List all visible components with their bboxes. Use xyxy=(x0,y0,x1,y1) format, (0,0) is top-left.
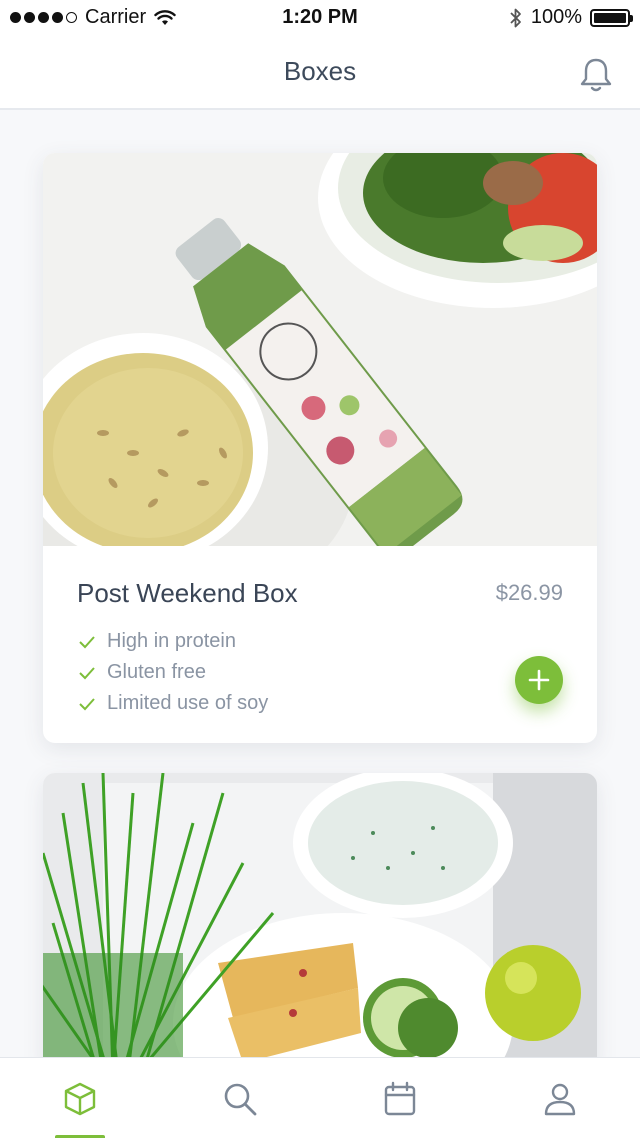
feature-label: High in protein xyxy=(107,630,236,652)
nav-header: Boxes xyxy=(0,36,640,110)
feature-item: High in protein xyxy=(77,626,268,657)
battery-icon xyxy=(590,8,633,27)
feature-label: Limited use of soy xyxy=(107,692,269,714)
search-icon xyxy=(224,1083,257,1115)
bell-icon xyxy=(580,58,612,92)
battery-percent: 100% xyxy=(530,6,582,28)
box-title: Post Weekend Box xyxy=(77,578,298,608)
box-card[interactable]: Post Weekend Box $26.99 High in protein … xyxy=(43,153,597,743)
notifications-button[interactable] xyxy=(578,56,614,94)
tab-profile[interactable] xyxy=(480,1058,640,1138)
plus-icon xyxy=(528,669,550,691)
box-price: $26.99 xyxy=(495,580,563,605)
add-to-cart-button[interactable] xyxy=(515,656,563,704)
feature-list: High in protein Gluten free Limited use … xyxy=(77,626,268,719)
status-bar: Carrier 1:20 PM 100% xyxy=(0,0,640,36)
user-icon xyxy=(544,1083,576,1115)
box-card[interactable] xyxy=(43,773,597,1073)
bluetooth-icon xyxy=(510,8,521,27)
status-right: 100% xyxy=(509,6,633,29)
feature-item: Limited use of soy xyxy=(77,688,268,719)
battery-level xyxy=(594,12,626,23)
tab-calendar[interactable] xyxy=(320,1058,480,1138)
box-icon xyxy=(64,1082,96,1115)
tab-search[interactable] xyxy=(160,1058,320,1138)
tab-bar xyxy=(0,1057,640,1138)
tab-boxes[interactable] xyxy=(0,1058,160,1138)
calendar-icon xyxy=(384,1081,416,1115)
box-card-body: Post Weekend Box $26.99 High in protein … xyxy=(43,546,597,743)
check-icon xyxy=(79,635,95,648)
feature-item: Gluten free xyxy=(77,657,268,688)
feature-label: Gluten free xyxy=(107,661,206,683)
box-photo xyxy=(43,773,597,1073)
check-icon xyxy=(79,697,95,710)
check-icon xyxy=(79,666,95,679)
box-photo xyxy=(43,153,597,546)
page-title: Boxes xyxy=(283,56,357,86)
